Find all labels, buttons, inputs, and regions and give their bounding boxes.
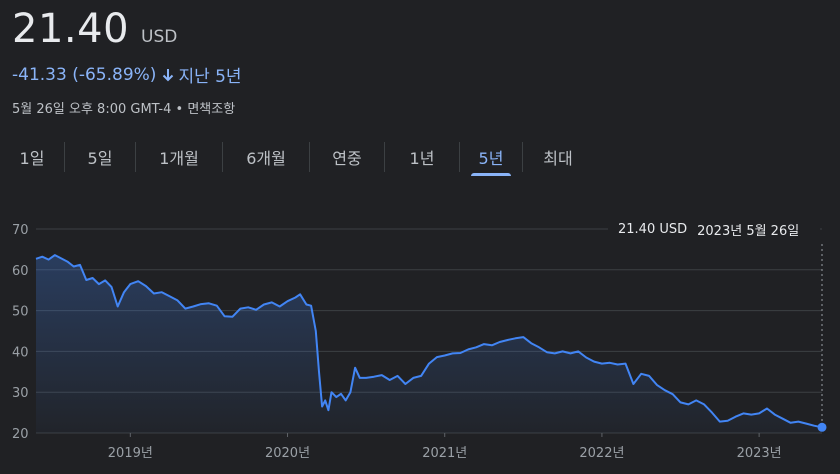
x-tick-label: 2021년 [422, 446, 467, 461]
y-tick-label: 30 [12, 386, 29, 401]
y-tick-label: 50 [12, 305, 29, 320]
tooltip-value: 21.40 USD [618, 221, 688, 237]
y-tick-label: 40 [12, 345, 29, 360]
x-tick-label: 2020년 [265, 446, 310, 461]
y-tick-label: 70 [12, 223, 29, 238]
x-tick-label: 2019년 [108, 446, 153, 461]
x-tick-label: 2022년 [579, 446, 624, 461]
tooltip-date: 2023년 5월 26일 [697, 223, 800, 239]
x-tick-label: 2023년 [737, 446, 782, 461]
y-tick-label: 20 [12, 427, 29, 442]
series-area [36, 255, 822, 433]
chart-tooltip: 21.40 USD 2023년 5월 26일 [608, 215, 820, 243]
stock-widget: 21.40 USD -41.33 (-65.89%) 지난 5년 5월 26일 … [0, 0, 840, 474]
y-tick-label: 60 [12, 264, 29, 279]
hover-point [817, 422, 827, 432]
